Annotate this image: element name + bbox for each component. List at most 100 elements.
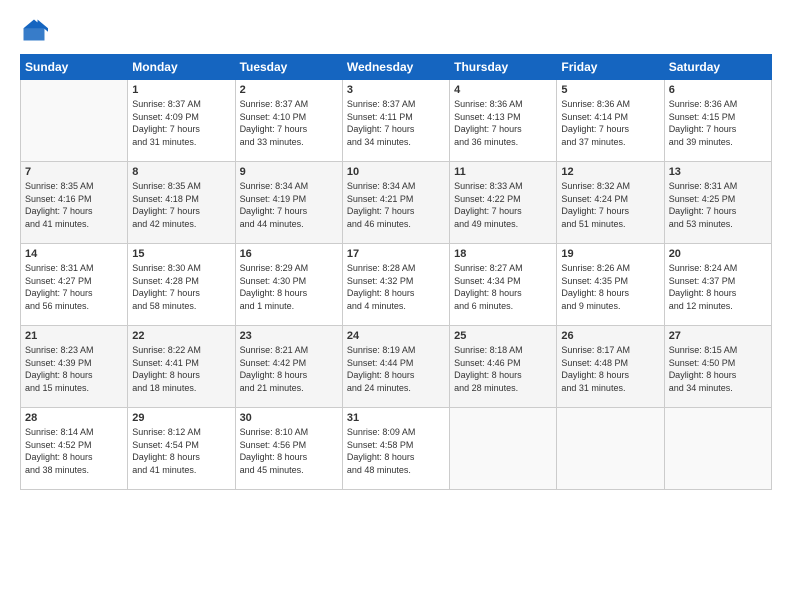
cell-content: Sunrise: 8:34 AMSunset: 4:21 PMDaylight:… (347, 180, 445, 230)
day-number: 10 (347, 166, 445, 178)
calendar-cell: 13Sunrise: 8:31 AMSunset: 4:25 PMDayligh… (664, 162, 771, 244)
week-row: 7 Sunrise: 8:35 AMSunset: 4:16 PMDaylight… (21, 162, 772, 244)
day-number: 13 (669, 166, 767, 178)
calendar-cell: 27 Sunrise: 8:15 AMSunset: 4:50 PMDayligh… (664, 326, 771, 408)
day-number: 6 (669, 84, 767, 96)
calendar-cell: 4 Sunrise: 8:36 AMSunset: 4:13 PMDaylight… (450, 80, 557, 162)
calendar-cell: 30 Sunrise: 8:10 AMSunset: 4:56 PMDayligh… (235, 408, 342, 490)
calendar-cell: 24 Sunrise: 8:19 AMSunset: 4:44 PMDayligh… (342, 326, 449, 408)
calendar-cell: 1 Sunrise: 8:37 AMSunset: 4:09 PMDaylight… (128, 80, 235, 162)
calendar-cell: 10 Sunrise: 8:34 AMSunset: 4:21 PMDayligh… (342, 162, 449, 244)
day-header: Saturday (664, 55, 771, 80)
cell-content: Sunrise: 8:14 AMSunset: 4:52 PMDaylight:… (25, 426, 123, 476)
day-number: 16 (240, 248, 338, 260)
calendar-cell: 19 Sunrise: 8:26 AMSunset: 4:35 PMDayligh… (557, 244, 664, 326)
day-header: Thursday (450, 55, 557, 80)
day-number: 19 (561, 248, 659, 260)
day-number: 7 (25, 166, 123, 178)
week-row: 14Sunrise: 8:31 AMSunset: 4:27 PMDayligh… (21, 244, 772, 326)
calendar-cell: 23Sunrise: 8:21 AMSunset: 4:42 PMDayligh… (235, 326, 342, 408)
page: SundayMondayTuesdayWednesdayThursdayFrid… (0, 0, 792, 612)
calendar-cell: 21Sunrise: 8:23 AMSunset: 4:39 PMDayligh… (21, 326, 128, 408)
header-row: SundayMondayTuesdayWednesdayThursdayFrid… (21, 55, 772, 80)
cell-content: Sunrise: 8:17 AMSunset: 4:48 PMDaylight:… (561, 344, 659, 394)
cell-content: Sunrise: 8:36 AMSunset: 4:14 PMDaylight:… (561, 98, 659, 148)
logo-icon (20, 16, 48, 44)
day-number: 18 (454, 248, 552, 260)
cell-content: Sunrise: 8:12 AMSunset: 4:54 PMDaylight:… (132, 426, 230, 476)
cell-content: Sunrise: 8:27 AMSunset: 4:34 PMDaylight:… (454, 262, 552, 312)
calendar-cell: 2 Sunrise: 8:37 AMSunset: 4:10 PMDaylight… (235, 80, 342, 162)
cell-content: Sunrise: 8:36 AMSunset: 4:15 PMDaylight:… (669, 98, 767, 148)
cell-content: Sunrise: 8:34 AMSunset: 4:19 PMDaylight:… (240, 180, 338, 230)
calendar-table: SundayMondayTuesdayWednesdayThursdayFrid… (20, 54, 772, 490)
day-number: 5 (561, 84, 659, 96)
day-number: 20 (669, 248, 767, 260)
calendar-cell: 14Sunrise: 8:31 AMSunset: 4:27 PMDayligh… (21, 244, 128, 326)
day-number: 15 (132, 248, 230, 260)
cell-content: Sunrise: 8:19 AMSunset: 4:44 PMDaylight:… (347, 344, 445, 394)
day-number: 31 (347, 412, 445, 424)
cell-content: Sunrise: 8:37 AMSunset: 4:11 PMDaylight:… (347, 98, 445, 148)
week-row: 28 Sunrise: 8:14 AMSunset: 4:52 PMDayligh… (21, 408, 772, 490)
day-number: 8 (132, 166, 230, 178)
calendar-cell (21, 80, 128, 162)
cell-content: Sunrise: 8:36 AMSunset: 4:13 PMDaylight:… (454, 98, 552, 148)
cell-content: Sunrise: 8:29 AMSunset: 4:30 PMDaylight:… (240, 262, 338, 312)
calendar-cell: 12Sunrise: 8:32 AMSunset: 4:24 PMDayligh… (557, 162, 664, 244)
calendar-cell: 8 Sunrise: 8:35 AMSunset: 4:18 PMDaylight… (128, 162, 235, 244)
day-number: 14 (25, 248, 123, 260)
calendar-cell (557, 408, 664, 490)
cell-content: Sunrise: 8:35 AMSunset: 4:18 PMDaylight:… (132, 180, 230, 230)
day-number: 25 (454, 330, 552, 342)
day-number: 24 (347, 330, 445, 342)
day-number: 28 (25, 412, 123, 424)
cell-content: Sunrise: 8:21 AMSunset: 4:42 PMDaylight:… (240, 344, 338, 394)
day-number: 26 (561, 330, 659, 342)
cell-content: Sunrise: 8:30 AMSunset: 4:28 PMDaylight:… (132, 262, 230, 312)
week-row: 21Sunrise: 8:23 AMSunset: 4:39 PMDayligh… (21, 326, 772, 408)
cell-content: Sunrise: 8:10 AMSunset: 4:56 PMDaylight:… (240, 426, 338, 476)
calendar-cell: 16 Sunrise: 8:29 AMSunset: 4:30 PMDayligh… (235, 244, 342, 326)
cell-content: Sunrise: 8:18 AMSunset: 4:46 PMDaylight:… (454, 344, 552, 394)
cell-content: Sunrise: 8:15 AMSunset: 4:50 PMDaylight:… (669, 344, 767, 394)
day-number: 3 (347, 84, 445, 96)
cell-content: Sunrise: 8:37 AMSunset: 4:09 PMDaylight:… (132, 98, 230, 148)
calendar-cell (450, 408, 557, 490)
day-number: 17 (347, 248, 445, 260)
calendar-cell: 28 Sunrise: 8:14 AMSunset: 4:52 PMDayligh… (21, 408, 128, 490)
day-number: 30 (240, 412, 338, 424)
day-header: Wednesday (342, 55, 449, 80)
cell-content: Sunrise: 8:35 AMSunset: 4:16 PMDaylight:… (25, 180, 123, 230)
day-header: Monday (128, 55, 235, 80)
calendar-cell: 20 Sunrise: 8:24 AMSunset: 4:37 PMDayligh… (664, 244, 771, 326)
cell-content: Sunrise: 8:22 AMSunset: 4:41 PMDaylight:… (132, 344, 230, 394)
calendar-cell: 3 Sunrise: 8:37 AMSunset: 4:11 PMDaylight… (342, 80, 449, 162)
calendar-cell: 5 Sunrise: 8:36 AMSunset: 4:14 PMDaylight… (557, 80, 664, 162)
day-number: 12 (561, 166, 659, 178)
day-number: 2 (240, 84, 338, 96)
calendar-cell: 26 Sunrise: 8:17 AMSunset: 4:48 PMDayligh… (557, 326, 664, 408)
calendar-cell (664, 408, 771, 490)
cell-content: Sunrise: 8:24 AMSunset: 4:37 PMDaylight:… (669, 262, 767, 312)
day-header: Tuesday (235, 55, 342, 80)
logo (20, 16, 52, 44)
week-row: 1 Sunrise: 8:37 AMSunset: 4:09 PMDaylight… (21, 80, 772, 162)
day-number: 29 (132, 412, 230, 424)
day-header: Sunday (21, 55, 128, 80)
day-number: 21 (25, 330, 123, 342)
calendar-cell: 6 Sunrise: 8:36 AMSunset: 4:15 PMDaylight… (664, 80, 771, 162)
cell-content: Sunrise: 8:26 AMSunset: 4:35 PMDaylight:… (561, 262, 659, 312)
day-number: 27 (669, 330, 767, 342)
day-number: 1 (132, 84, 230, 96)
cell-content: Sunrise: 8:28 AMSunset: 4:32 PMDaylight:… (347, 262, 445, 312)
calendar-cell: 17 Sunrise: 8:28 AMSunset: 4:32 PMDayligh… (342, 244, 449, 326)
calendar-cell: 9Sunrise: 8:34 AMSunset: 4:19 PMDaylight… (235, 162, 342, 244)
cell-content: Sunrise: 8:37 AMSunset: 4:10 PMDaylight:… (240, 98, 338, 148)
day-header: Friday (557, 55, 664, 80)
calendar-cell: 25 Sunrise: 8:18 AMSunset: 4:46 PMDayligh… (450, 326, 557, 408)
calendar-cell: 7 Sunrise: 8:35 AMSunset: 4:16 PMDaylight… (21, 162, 128, 244)
day-number: 4 (454, 84, 552, 96)
day-number: 22 (132, 330, 230, 342)
calendar-cell: 15 Sunrise: 8:30 AMSunset: 4:28 PMDayligh… (128, 244, 235, 326)
